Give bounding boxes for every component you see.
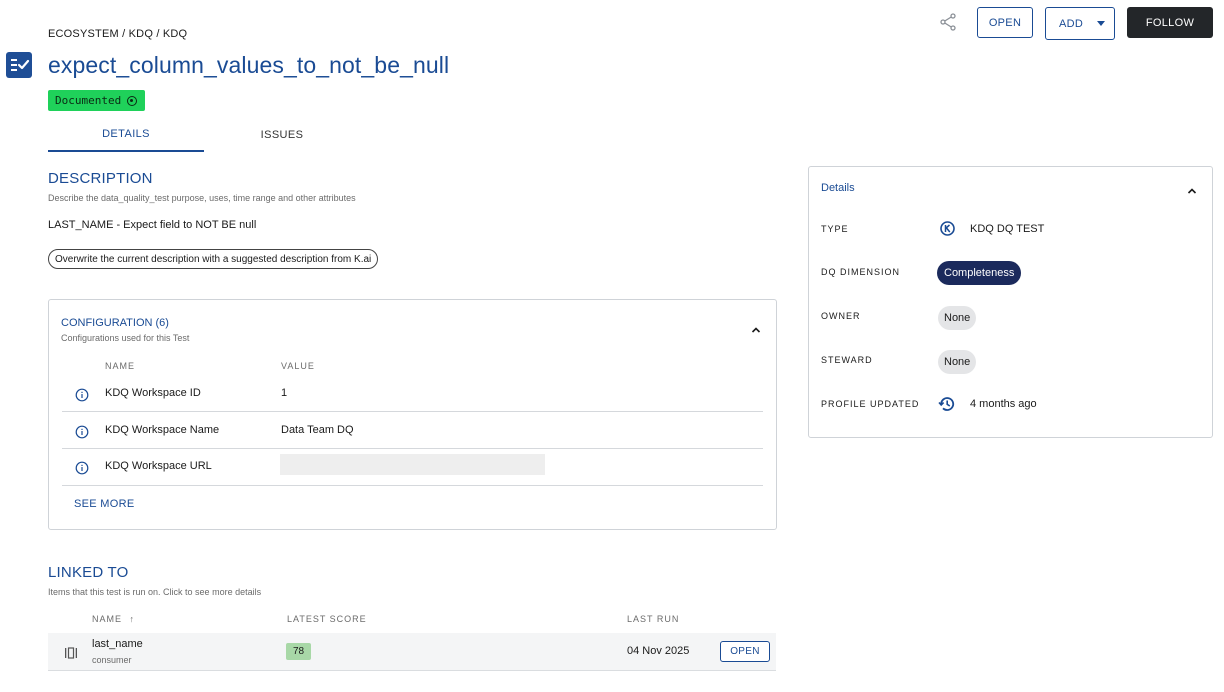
add-button-label: ADD bbox=[1059, 17, 1084, 30]
type-value: KDQ DQ TEST bbox=[970, 223, 1045, 235]
score-badge: 78 bbox=[286, 643, 311, 660]
kdq-logo-icon bbox=[940, 221, 955, 236]
chevron-up-icon[interactable] bbox=[1187, 183, 1197, 194]
target-icon bbox=[127, 95, 138, 106]
linked-to-heading: LINKED TO bbox=[48, 564, 129, 581]
column-icon bbox=[64, 646, 78, 659]
column-header-name[interactable]: NAME ↑ bbox=[92, 614, 135, 624]
description-heading: DESCRIPTION bbox=[48, 170, 153, 187]
breadcrumb[interactable]: ECOSYSTEM / KDQ / KDQ bbox=[48, 28, 187, 40]
dq-dimension-label: DQ DIMENSION bbox=[821, 267, 901, 277]
info-icon[interactable] bbox=[75, 425, 89, 439]
config-name: KDQ Workspace ID bbox=[105, 387, 201, 399]
add-dropdown-button[interactable]: ADD bbox=[1045, 7, 1115, 40]
linked-item-name[interactable]: last_name bbox=[92, 638, 143, 650]
owner-label: OWNER bbox=[821, 311, 861, 321]
column-header-last-run: LAST RUN bbox=[627, 614, 680, 624]
row-open-button[interactable]: OPEN bbox=[720, 641, 770, 662]
suggest-description-button[interactable]: Overwrite the current description with a… bbox=[48, 249, 379, 269]
owner-pill[interactable]: None bbox=[938, 306, 977, 330]
info-icon[interactable] bbox=[75, 461, 89, 475]
column-header-latest-score: LATEST SCORE bbox=[287, 614, 367, 624]
configuration-subtitle: Configurations used for this Test bbox=[61, 333, 190, 343]
column-header-value: VALUE bbox=[281, 361, 315, 371]
steward-label: STEWARD bbox=[821, 355, 873, 365]
profile-updated-label: PROFILE UPDATED bbox=[821, 399, 920, 409]
data-quality-test-icon bbox=[6, 52, 32, 78]
see-more-link[interactable]: SEE MORE bbox=[74, 498, 134, 510]
config-name: KDQ Workspace Name bbox=[105, 424, 220, 436]
steward-pill[interactable]: None bbox=[938, 350, 977, 374]
config-value: 1 bbox=[281, 387, 288, 399]
chevron-up-icon[interactable] bbox=[751, 322, 761, 333]
type-label: TYPE bbox=[821, 224, 849, 234]
linked-to-subtitle: Items that this test is run on. Click to… bbox=[48, 587, 262, 597]
config-name: KDQ Workspace URL bbox=[105, 460, 212, 472]
follow-button[interactable]: FOLLOW bbox=[1127, 7, 1213, 38]
details-title[interactable]: Details bbox=[821, 182, 855, 194]
config-value: Data Team DQ bbox=[281, 424, 354, 436]
tab-details[interactable]: DETAILS bbox=[48, 118, 204, 152]
page-title: expect_column_values_to_not_be_null bbox=[48, 52, 450, 78]
dq-dimension-pill[interactable]: Completeness bbox=[937, 261, 1022, 285]
info-icon[interactable] bbox=[75, 388, 89, 402]
documented-badge-label: Documented bbox=[55, 94, 122, 107]
tab-issues[interactable]: ISSUES bbox=[204, 118, 360, 152]
profile-updated-value: 4 months ago bbox=[970, 398, 1037, 410]
sort-arrow-icon: ↑ bbox=[129, 614, 136, 624]
documented-badge[interactable]: Documented bbox=[48, 90, 146, 111]
history-icon bbox=[938, 395, 956, 413]
last-run-date: 04 Nov 2025 bbox=[627, 645, 690, 657]
configuration-title[interactable]: CONFIGURATION (6) bbox=[61, 317, 169, 329]
column-header-name: NAME bbox=[105, 361, 136, 371]
caret-down-icon bbox=[1097, 21, 1106, 26]
description-text[interactable]: LAST_NAME - Expect field to NOT BE null bbox=[48, 219, 256, 231]
share-icon[interactable] bbox=[938, 12, 958, 32]
open-button[interactable]: OPEN bbox=[977, 7, 1033, 38]
redacted-value bbox=[280, 454, 545, 475]
description-subtitle: Describe the data_quality_test purpose, … bbox=[48, 193, 356, 203]
linked-item-parent: consumer bbox=[92, 655, 132, 665]
